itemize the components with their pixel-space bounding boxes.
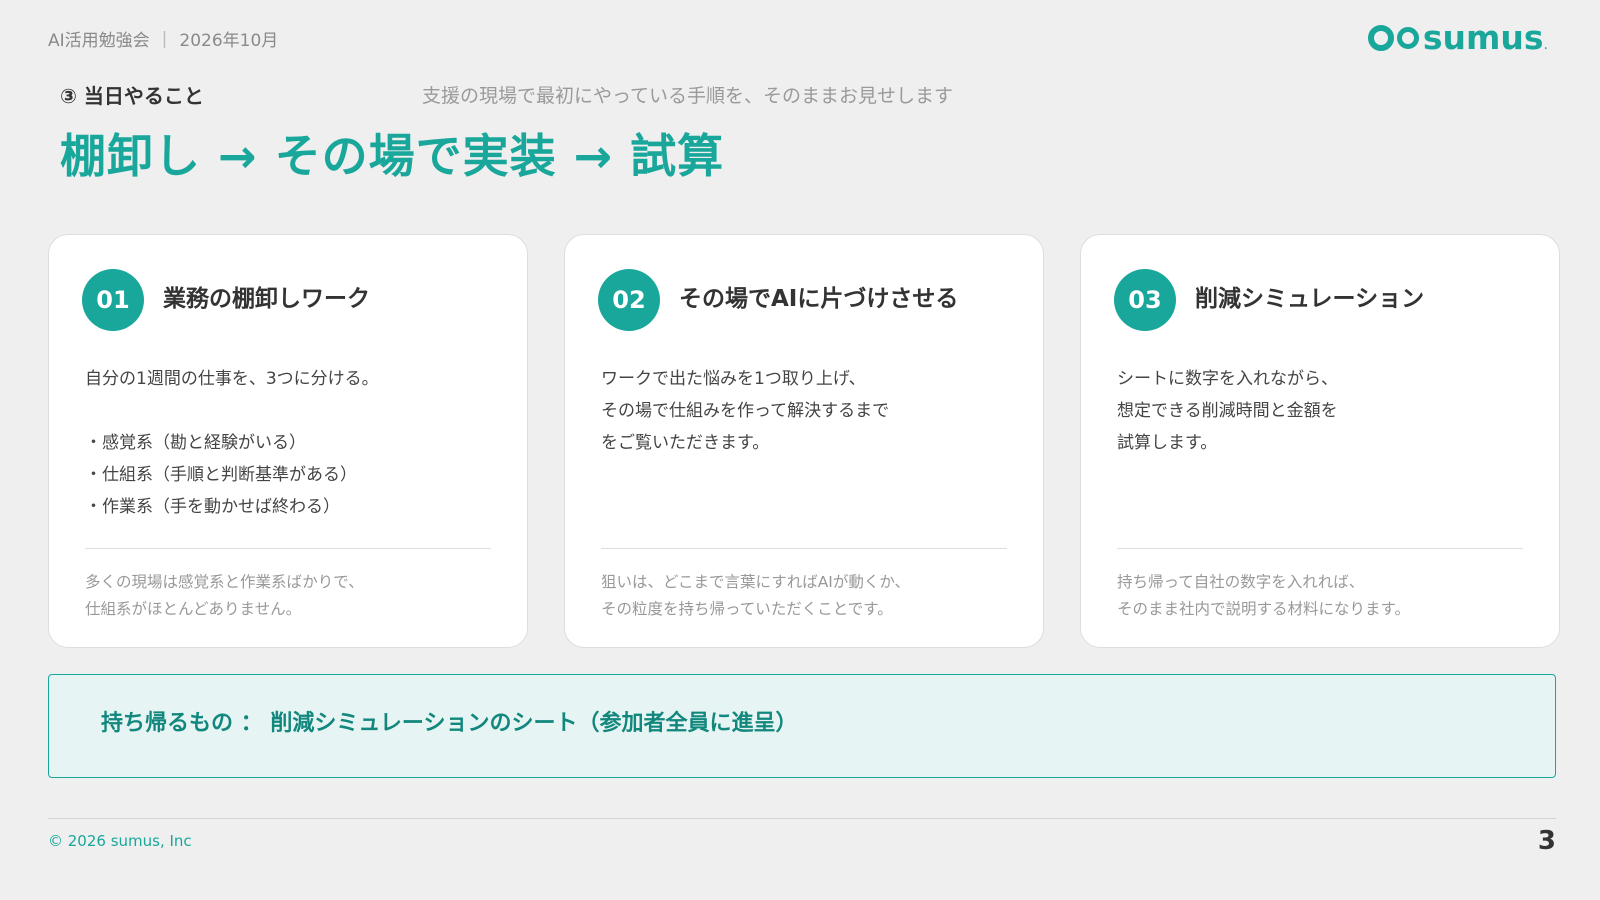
event-date: 2026年10月 (179, 31, 279, 51)
card-divider (85, 548, 491, 549)
step-body: シートに数字を入れながら、 想定できる削減時間と金額を 試算します。 (1117, 363, 1527, 459)
logo-ring-large (1367, 24, 1394, 51)
header-separator: | (161, 28, 168, 49)
logo-ring-small (1396, 26, 1419, 49)
takeaway-box: 持ち帰るもの ： 削減シミュレーションのシート（参加者全員に進呈） (48, 674, 1556, 778)
step-body: ワークで出た悩みを1つ取り上げ、 その場で仕組みを作って解決するまで をご覧いた… (601, 363, 1011, 459)
step-body-line: 試算します。 (1117, 433, 1218, 453)
step-body-line: シートに数字を入れながら、 (1117, 369, 1338, 389)
section-subtitle: 支援の現場で最初にやっている手順を、そのままお見せします (422, 85, 954, 107)
step-body-line: その場で仕組みを作って解決するまで (601, 401, 890, 421)
step-body-line: ・仕組系（手順と判断基準がある） (85, 465, 357, 485)
step-note-line: 多くの現場は感覚系と作業系ばかりで、 (85, 573, 364, 591)
page-title: 棚卸し → その場で実装 → 試算 (60, 129, 725, 183)
step-body-line: をご覧いただきます。 (601, 433, 770, 453)
step-title: 業務の棚卸しワーク (163, 286, 370, 312)
logo-text: sumus (1422, 18, 1544, 57)
step-body-line: 想定できる削減時間と金額を (1117, 401, 1338, 421)
copyright: © 2026 sumus, Inc (48, 832, 192, 850)
footer-divider (48, 818, 1556, 819)
card-divider (1117, 548, 1523, 549)
step-title: その場でAIに片づけさせる (679, 286, 959, 312)
step-note: 持ち帰って自社の数字を入れれば、 そのまま社内で説明する材料になります。 (1117, 569, 1537, 623)
step-body-line: ・作業系（手を動かせば終わる） (85, 497, 340, 517)
step-note-line: 仕組系がほとんどありません。 (85, 600, 302, 618)
card-divider (601, 548, 1007, 549)
step-number-badge: 01 (82, 269, 144, 331)
step-cards: 01 業務の棚卸しワーク 自分の1週間の仕事を、3つに分ける。 ・感覚系（勘と経… (48, 234, 1560, 648)
step-card-02: 02 その場でAIに片づけさせる ワークで出た悩みを1つ取り上げ、 その場で仕組… (564, 234, 1044, 648)
step-body-line: ワークで出た悩みを1つ取り上げ、 (601, 369, 866, 389)
step-note-line: 持ち帰って自社の数字を入れれば、 (1117, 573, 1365, 591)
step-number-badge: 03 (1114, 269, 1176, 331)
step-body-line: ・感覚系（勘と経験がいる） (85, 433, 306, 453)
page-number: 3 (1537, 826, 1556, 856)
step-note: 狙いは、どこまで言葉にすればAIが動くか、 その粒度を持ち帰っていただくことです… (601, 569, 1021, 623)
logo-dot: . (1543, 37, 1548, 53)
step-body: 自分の1週間の仕事を、3つに分ける。 ・感覚系（勘と経験がいる） ・仕組系（手順… (85, 363, 495, 523)
sumus-logo: sumus . (1367, 18, 1548, 57)
step-number-badge: 02 (598, 269, 660, 331)
step-note: 多くの現場は感覚系と作業系ばかりで、 仕組系がほとんどありません。 (85, 569, 505, 623)
step-note-line: そのまま社内で説明する材料になります。 (1117, 600, 1410, 618)
step-body-line: 自分の1週間の仕事を、3つに分ける。 (85, 369, 379, 389)
step-note-line: 狙いは、どこまで言葉にすればAIが動くか、 (601, 573, 911, 591)
step-note-line: その粒度を持ち帰っていただくことです。 (601, 600, 893, 618)
step-body-spacer (85, 395, 495, 427)
step-card-01: 01 業務の棚卸しワーク 自分の1週間の仕事を、3つに分ける。 ・感覚系（勘と経… (48, 234, 528, 648)
header-meta: AI活用勉強会 | 2026年10月 (48, 26, 279, 52)
event-name: AI活用勉強会 (48, 31, 150, 51)
takeaway-text: 持ち帰るもの ： 削減シミュレーションのシート（参加者全員に進呈） (101, 711, 798, 736)
logo-mark-icon (1367, 24, 1419, 51)
section-label: ③ 当日やること (60, 84, 204, 108)
step-card-03: 03 削減シミュレーション シートに数字を入れながら、 想定できる削減時間と金額… (1080, 234, 1560, 648)
step-title: 削減シミュレーション (1195, 286, 1425, 312)
